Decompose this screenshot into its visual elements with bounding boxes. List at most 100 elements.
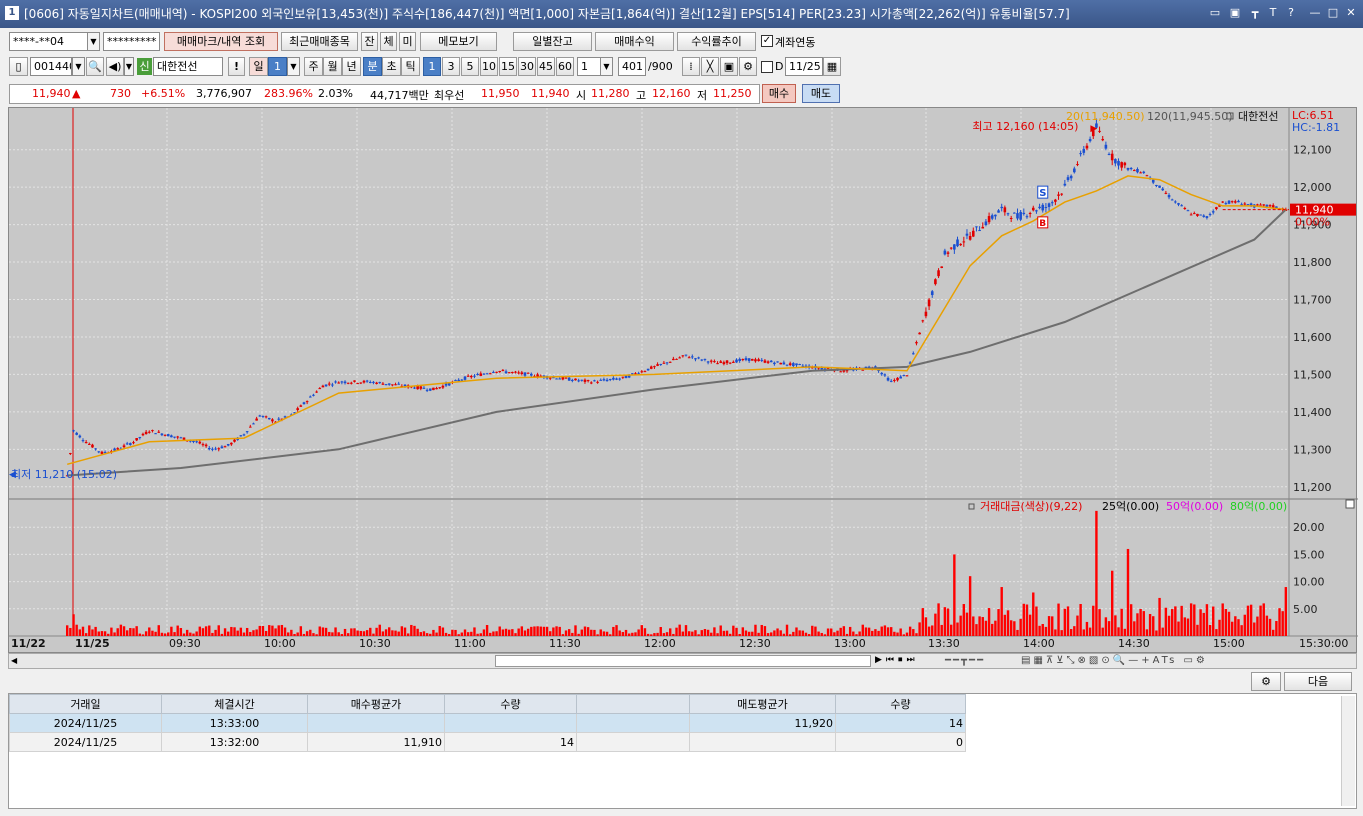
scroll-thumb[interactable] <box>495 655 871 667</box>
daily-balance-button[interactable]: 일별잔고 <box>513 32 592 51</box>
stock-name-field[interactable]: 대한전선 <box>153 57 223 76</box>
minute-60-button[interactable]: 60 <box>556 57 574 76</box>
table-row[interactable]: 2024/11/25 13:32:00 11,910 14 0 <box>9 732 966 752</box>
account-link-checkbox[interactable]: ✓ <box>761 35 773 47</box>
period-day-button[interactable]: 일 <box>249 57 268 76</box>
x-tick-label: 12:30 <box>739 637 771 650</box>
date-input[interactable]: 11/25 <box>785 57 823 76</box>
candle-body <box>324 384 328 387</box>
period-week-button[interactable]: 주 <box>304 57 323 76</box>
trade-profit-button[interactable]: 매매수익 <box>595 32 674 51</box>
password-input[interactable]: ********* <box>103 32 160 51</box>
volume-bar <box>1126 548 1130 636</box>
candle-body <box>1123 162 1127 166</box>
account-input[interactable]: ****-**04 <box>9 32 89 51</box>
unfilled-button[interactable]: 미 <box>399 32 416 51</box>
candle-body <box>526 372 530 374</box>
candle-body <box>359 382 363 384</box>
speaker-dropdown[interactable]: ▼ <box>124 57 134 76</box>
table-row[interactable]: 2024/11/25 13:33:00 11,920 14 <box>9 713 966 733</box>
copy-window-icon[interactable]: ▣ <box>1228 6 1242 20</box>
chart-scrollbar[interactable]: ◀ ▶⏮⏹⏭ ━━┳━━ ▤▦⊼⊻⤡⊗▧⊙🔍—+ATs ▭⚙ <box>8 653 1357 669</box>
candle-body <box>795 363 798 366</box>
minute-1-button[interactable]: 1 <box>423 57 441 76</box>
table-scrollbar[interactable] <box>1341 696 1355 806</box>
minute-5-button[interactable]: 5 <box>461 57 479 76</box>
volume-bar <box>757 632 760 636</box>
recent-trades-button[interactable]: 최근매매종목 <box>281 32 358 51</box>
price-chart[interactable]: 12,10012,00011,90011,80011,70011,60011,5… <box>9 108 1358 654</box>
volume-bar <box>81 626 85 636</box>
alert-button[interactable]: ! <box>228 57 245 76</box>
maximize-button[interactable]: □ <box>1326 6 1340 20</box>
scroll-left-icon[interactable]: ◀ <box>11 656 21 666</box>
chart-area[interactable]: 12,100 12,000 11,900 11,800 11,700 11,600 11,5… <box>8 107 1358 654</box>
period-month-button[interactable]: 월 <box>323 57 342 76</box>
speaker-icon[interactable]: ◀) <box>106 57 124 76</box>
candle-body <box>631 373 634 375</box>
table-settings-icon[interactable]: ⚙ <box>1251 672 1281 691</box>
close-button[interactable]: ✕ <box>1344 6 1358 20</box>
minute-10-button[interactable]: 10 <box>480 57 498 76</box>
help-icon[interactable]: ? <box>1284 6 1298 20</box>
period-day-dropdown[interactable]: ▼ <box>287 57 300 76</box>
d-label: D <box>775 60 784 73</box>
interval-input[interactable]: 1 <box>577 57 601 76</box>
search-icon[interactable]: 🔍 <box>86 57 104 76</box>
executed-button[interactable]: 체 <box>380 32 397 51</box>
cell-date: 2024/11/25 <box>9 713 162 733</box>
playback-controls-icon[interactable]: ▶⏮⏹⏭ <box>875 655 919 665</box>
minute-3-button[interactable]: 3 <box>442 57 460 76</box>
drawing-tools-icon[interactable]: ▤▦⊼⊻⤡⊗▧⊙🔍—+ATs ▭⚙ <box>1021 655 1208 666</box>
x-tick-label: 10:00 <box>264 637 296 650</box>
minimize-button[interactable]: — <box>1308 6 1322 20</box>
pin-icon[interactable]: ┳ <box>1248 6 1262 20</box>
period-minute-button[interactable]: 분 <box>363 57 382 76</box>
trade-mark-query-button[interactable]: 매매마크/내역 조회 <box>164 32 278 51</box>
next-button[interactable]: 다음 <box>1284 672 1352 691</box>
candle-body <box>1196 213 1199 216</box>
period-year-button[interactable]: 년 <box>342 57 361 76</box>
candle-body <box>959 243 962 246</box>
restore-layout-icon[interactable]: ▭ <box>1208 6 1222 20</box>
volume-bar <box>956 622 959 636</box>
memo-view-button[interactable]: 메모보기 <box>420 32 497 51</box>
sell-button[interactable]: 매도 <box>802 84 840 103</box>
return-trend-button[interactable]: 수익률추이 <box>677 32 756 51</box>
tool-icon[interactable]: ╳ <box>701 57 719 76</box>
minute-30-button[interactable]: 30 <box>518 57 536 76</box>
volume-bar <box>125 630 129 636</box>
d-checkbox[interactable] <box>761 61 773 73</box>
candle-body <box>1104 144 1108 149</box>
minute-45-button[interactable]: 45 <box>537 57 555 76</box>
volume-bar <box>807 634 811 636</box>
volume-bar <box>441 627 445 636</box>
candle-body <box>1265 204 1269 207</box>
volume-bar <box>908 626 912 636</box>
stock-code-input[interactable]: 001440 <box>30 57 72 76</box>
volume-bar <box>65 625 69 636</box>
period-day-count[interactable]: 1 <box>268 57 287 76</box>
bar-count-input[interactable]: 401 <box>618 57 646 76</box>
volume-bar <box>217 625 220 636</box>
volume-bar <box>653 633 656 636</box>
save-icon[interactable]: ▣ <box>720 57 738 76</box>
calendar-icon[interactable]: ▦ <box>823 57 841 76</box>
candle-body <box>176 436 179 438</box>
candle-body <box>394 384 397 386</box>
minute-15-button[interactable]: 15 <box>499 57 517 76</box>
indicator-icon[interactable]: ⁞ <box>682 57 700 76</box>
balance-button[interactable]: 잔 <box>361 32 378 51</box>
candle-body <box>612 377 615 380</box>
period-second-button[interactable]: 초 <box>382 57 401 76</box>
volume-bar <box>448 634 451 636</box>
settings-icon[interactable]: ⚙ <box>739 57 757 76</box>
stock-code-dropdown[interactable]: ▼ <box>72 57 85 76</box>
interval-dropdown[interactable]: ▼ <box>600 57 613 76</box>
period-tick-button[interactable]: 틱 <box>401 57 420 76</box>
zoom-slider-icon[interactable]: ━━┳━━ <box>945 655 985 666</box>
buy-button[interactable]: 매수 <box>762 84 796 103</box>
screen-icon[interactable]: ▯ <box>9 57 28 76</box>
font-icon[interactable]: T <box>1266 6 1280 20</box>
account-dropdown[interactable]: ▼ <box>87 32 100 51</box>
